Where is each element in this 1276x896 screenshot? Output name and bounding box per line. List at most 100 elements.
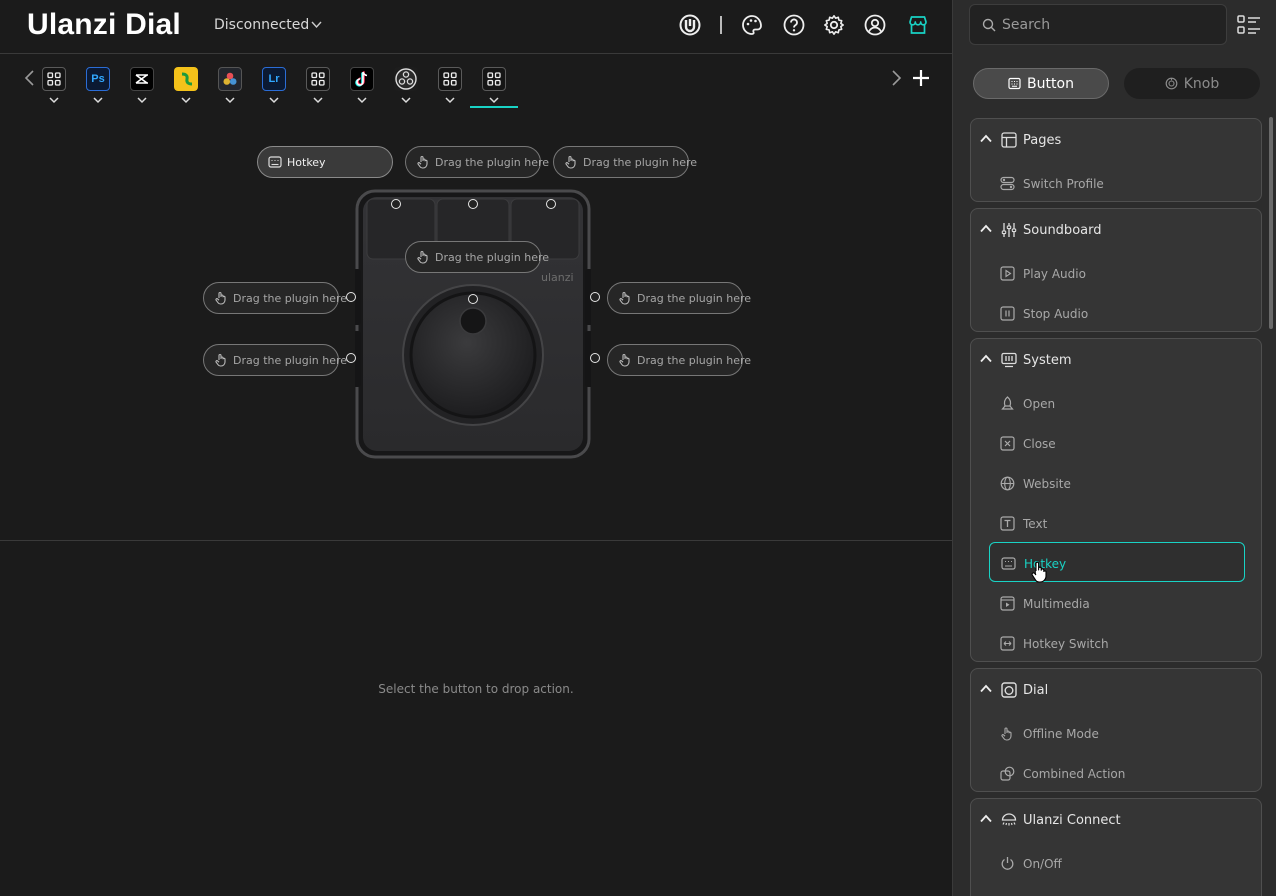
action-hotkey-switch[interactable]: Hotkey Switch bbox=[989, 623, 1245, 663]
obs-icon bbox=[394, 67, 418, 91]
add-profile-icon[interactable] bbox=[911, 68, 931, 88]
power-icon bbox=[1001, 857, 1014, 870]
action-offline-mode[interactable]: Offline Mode bbox=[989, 713, 1245, 753]
slot-label: Drag the plugin here bbox=[637, 291, 752, 305]
chevron-up-icon bbox=[980, 354, 992, 363]
action-label: Stop Audio bbox=[1023, 307, 1089, 321]
tab-button[interactable]: Button bbox=[973, 68, 1109, 99]
grid-icon bbox=[438, 67, 462, 91]
chevron-down-icon[interactable] bbox=[311, 95, 325, 105]
action-sidebar: Button Knob Pages Switch Profile Soundbo… bbox=[952, 0, 1276, 896]
tab-knob-label: Knob bbox=[1183, 75, 1220, 92]
device-brand-label: ulanzi bbox=[541, 271, 574, 284]
tab-knob[interactable]: Knob bbox=[1124, 68, 1260, 99]
slot-label: Drag the plugin here bbox=[233, 291, 348, 305]
action-stop-audio[interactable]: Stop Audio bbox=[989, 293, 1245, 333]
switch-profile-icon bbox=[1000, 176, 1015, 191]
profile-tab-7[interactable] bbox=[306, 67, 330, 111]
group-dial: Dial Offline Mode Combined Action bbox=[970, 668, 1262, 792]
help-icon[interactable] bbox=[783, 14, 805, 36]
chevron-right-icon[interactable] bbox=[887, 69, 905, 87]
group-header-pages[interactable]: Pages bbox=[971, 119, 1261, 159]
action-label: Hotkey bbox=[1024, 557, 1067, 571]
chevron-down-icon[interactable] bbox=[47, 95, 61, 105]
action-switch-profile[interactable]: Switch Profile bbox=[989, 163, 1245, 203]
slot-right-2[interactable]: Drag the plugin here bbox=[607, 344, 751, 376]
profile-tab-app[interactable] bbox=[174, 67, 198, 111]
action-hotkey[interactable]: Hotkey bbox=[989, 542, 1245, 582]
sidebar-scrollbar[interactable] bbox=[1269, 117, 1273, 329]
slot-center[interactable]: Drag the plugin here bbox=[405, 241, 549, 273]
account-icon[interactable] bbox=[864, 14, 886, 36]
action-label: Offline Mode bbox=[1023, 727, 1099, 741]
hand-drag-icon bbox=[215, 291, 226, 305]
chevron-left-icon[interactable] bbox=[21, 69, 39, 87]
slot-connector-left-1 bbox=[346, 292, 356, 302]
chevron-down-icon[interactable] bbox=[399, 95, 413, 105]
group-title: System bbox=[1023, 353, 1072, 368]
profile-tab-capcut[interactable] bbox=[130, 67, 154, 111]
slot-label: Drag the plugin here bbox=[435, 250, 550, 264]
group-pages: Pages Switch Profile bbox=[970, 118, 1262, 202]
store-icon[interactable] bbox=[907, 14, 929, 36]
slot-top-3[interactable]: Drag the plugin here bbox=[553, 146, 697, 178]
group-title: Ulanzi Connect bbox=[1023, 813, 1121, 828]
chevron-down-icon bbox=[311, 21, 322, 29]
chevron-down-icon[interactable] bbox=[223, 95, 237, 105]
profile-tab-lightroom[interactable]: Lr bbox=[262, 67, 286, 111]
profile-tab-tiktok[interactable] bbox=[350, 67, 374, 111]
chevron-down-icon[interactable] bbox=[91, 95, 105, 105]
group-soundboard: Soundboard Play Audio Stop Audio bbox=[970, 208, 1262, 332]
action-close[interactable]: Close bbox=[989, 423, 1245, 463]
slot-left-2[interactable]: Drag the plugin here bbox=[203, 344, 347, 376]
play-icon bbox=[1000, 266, 1015, 281]
empty-action-hint: Select the button to drop action. bbox=[378, 682, 574, 696]
list-view-icon[interactable] bbox=[1237, 14, 1261, 36]
action-open[interactable]: Open bbox=[989, 383, 1245, 423]
slot-label: Hotkey bbox=[287, 155, 326, 169]
slot-left-1[interactable]: Drag the plugin here bbox=[203, 282, 347, 314]
slot-right-1[interactable]: Drag the plugin here bbox=[607, 282, 751, 314]
group-header-ulanzi-connect[interactable]: Ulanzi Connect bbox=[971, 799, 1261, 839]
hand-drag-icon bbox=[619, 291, 630, 305]
action-play-audio[interactable]: Play Audio bbox=[989, 253, 1245, 293]
group-header-dial[interactable]: Dial bbox=[971, 669, 1261, 709]
ulanzi-logo-icon[interactable] bbox=[679, 14, 701, 36]
chevron-down-icon[interactable] bbox=[135, 95, 149, 105]
action-on-off[interactable]: On/Off bbox=[989, 843, 1245, 883]
profile-tab-active[interactable] bbox=[470, 67, 518, 111]
chevron-down-icon[interactable] bbox=[487, 95, 501, 105]
chevron-down-icon[interactable] bbox=[267, 95, 281, 105]
connection-status-dropdown[interactable]: Disconnected bbox=[214, 17, 322, 33]
grid-icon bbox=[306, 67, 330, 91]
slot-top-1[interactable]: Hotkey bbox=[257, 146, 393, 178]
group-header-soundboard[interactable]: Soundboard bbox=[971, 209, 1261, 249]
action-multimedia[interactable]: Multimedia bbox=[989, 583, 1245, 623]
chevron-down-icon[interactable] bbox=[443, 95, 457, 105]
action-label: Open bbox=[1023, 397, 1056, 411]
text-icon bbox=[1000, 516, 1015, 531]
action-text[interactable]: Text bbox=[989, 503, 1245, 543]
profile-tab-1[interactable] bbox=[42, 67, 66, 111]
profile-tab-photoshop[interactable]: Ps bbox=[86, 67, 110, 111]
action-combined-action[interactable]: Combined Action bbox=[989, 753, 1245, 793]
chevron-down-icon[interactable] bbox=[355, 95, 369, 105]
settings-icon[interactable] bbox=[823, 14, 845, 36]
action-label: Website bbox=[1023, 477, 1071, 491]
search-box bbox=[969, 4, 1227, 45]
chevron-down-icon[interactable] bbox=[179, 95, 193, 105]
action-website[interactable]: Website bbox=[989, 463, 1245, 503]
slot-connector-top-1 bbox=[391, 199, 401, 209]
palette-icon[interactable] bbox=[741, 14, 763, 36]
group-header-system[interactable]: System bbox=[971, 339, 1261, 379]
profile-tab-10[interactable] bbox=[438, 67, 462, 111]
slot-top-2[interactable]: Drag the plugin here bbox=[405, 146, 549, 178]
slot-connector-left-2 bbox=[346, 353, 356, 363]
hotkey-icon bbox=[268, 156, 282, 168]
profile-tab-obs[interactable] bbox=[394, 67, 418, 111]
search-input[interactable] bbox=[1002, 15, 1212, 35]
main-area: Ulanzi Dial Disconnected Ps Lr ulanzi Ho… bbox=[0, 0, 952, 896]
profile-tab-davinci[interactable] bbox=[218, 67, 242, 111]
hotkey-icon bbox=[1001, 557, 1016, 570]
soundboard-icon bbox=[1001, 223, 1017, 237]
